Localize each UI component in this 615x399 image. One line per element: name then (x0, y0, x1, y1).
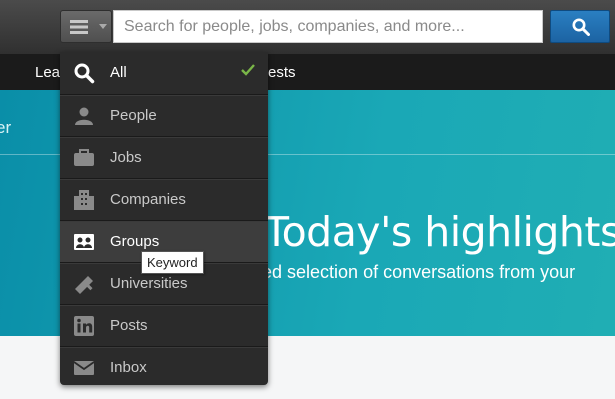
dropdown-item-label: Inbox (110, 359, 147, 376)
building-icon (74, 190, 94, 210)
dropdown-item-label: Companies (110, 191, 186, 208)
search-icon (572, 18, 590, 36)
chevron-down-icon (99, 24, 107, 29)
banner-left-text: er (0, 118, 12, 137)
menu-icon (70, 20, 88, 34)
person-icon (75, 107, 93, 125)
dropdown-item-jobs[interactable]: Jobs (60, 136, 268, 178)
dropdown-item-companies[interactable]: Companies (60, 178, 268, 220)
dropdown-item-label: Universities (110, 275, 188, 292)
search-type-dropdown: All People Jobs Companies Groups Univers… (60, 52, 268, 385)
dropdown-item-label: Posts (110, 317, 148, 334)
dropdown-item-inbox[interactable]: Inbox (60, 346, 268, 388)
envelope-icon (73, 361, 95, 375)
dropdown-item-label: People (110, 107, 157, 124)
search-icon (74, 63, 95, 84)
dropdown-item-label: Jobs (110, 149, 142, 166)
nav-item-learning[interactable]: Lea (35, 64, 60, 82)
tooltip: Keyword (141, 251, 204, 274)
search-button[interactable] (550, 10, 610, 43)
search-type-button[interactable] (60, 10, 112, 43)
linkedin-post-icon (74, 316, 94, 336)
university-icon (75, 276, 93, 294)
group-icon (74, 234, 94, 250)
banner-title: Today's highlights (264, 208, 615, 256)
briefcase-icon (74, 149, 94, 166)
dropdown-item-label: All (110, 64, 127, 81)
checkmark-icon (241, 64, 255, 76)
search-input[interactable] (113, 10, 543, 43)
dropdown-item-label: Groups (110, 233, 160, 250)
nav-item-interests[interactable]: ests (268, 64, 296, 82)
banner-subtitle: ed selection of conversations from your (262, 262, 576, 282)
dropdown-item-all[interactable]: All (60, 52, 268, 94)
dropdown-item-posts[interactable]: Posts (60, 304, 268, 346)
top-bar (0, 0, 615, 54)
dropdown-item-people[interactable]: People (60, 94, 268, 136)
